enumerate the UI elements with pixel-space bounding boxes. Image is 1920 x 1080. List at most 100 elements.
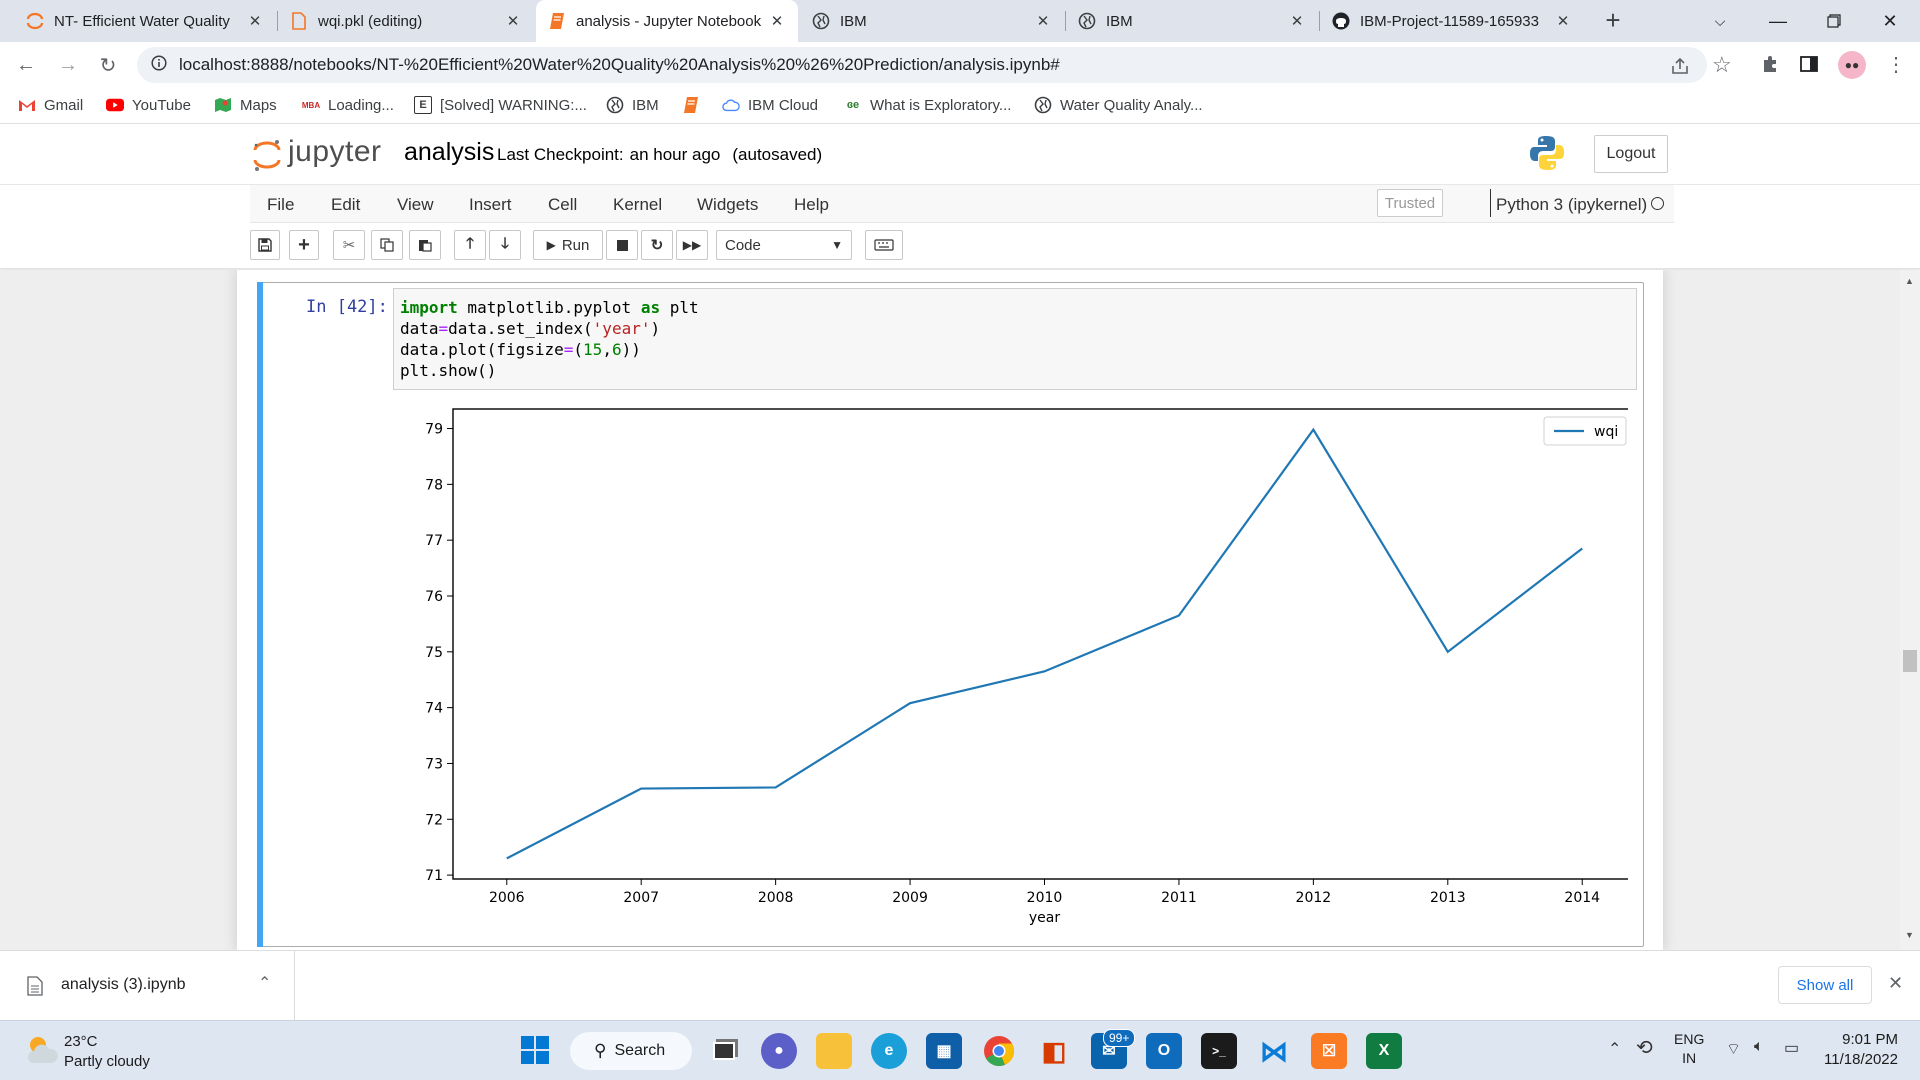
weather-description[interactable]: Partly cloudy [64, 1053, 150, 1070]
info-icon[interactable] [151, 54, 167, 76]
close-downloads-icon[interactable]: ✕ [1888, 973, 1903, 994]
close-icon[interactable]: ✕ [504, 12, 522, 30]
browser-tab-active[interactable]: analysis - Jupyter Notebook ✕ [536, 0, 798, 42]
show-hidden-icons-chevron-icon[interactable]: ⌃ [1608, 1039, 1621, 1059]
microsoft-store-icon[interactable]: ▦ [926, 1033, 962, 1069]
office-icon[interactable]: ◧ [1036, 1033, 1072, 1069]
more-menu-icon[interactable]: ⋮ [1886, 52, 1906, 77]
close-window-button[interactable]: ✕ [1862, 0, 1918, 42]
browser-tab[interactable]: IBM ✕ [1066, 0, 1318, 42]
xampp-icon[interactable]: ☒ [1311, 1033, 1347, 1069]
reload-button[interactable]: ↻ [92, 49, 124, 81]
insert-cell-button[interactable]: + [289, 230, 319, 260]
file-explorer-icon[interactable] [816, 1033, 852, 1069]
excel-icon[interactable]: X [1366, 1033, 1402, 1069]
scrollbar-thumb[interactable] [1903, 650, 1917, 672]
cut-button[interactable]: ✂ [333, 230, 365, 260]
browser-tab[interactable]: wqi.pkl (editing) ✕ [278, 0, 534, 42]
taskbar-search-box[interactable]: ⚲ Search [570, 1032, 692, 1070]
bookmark-exploratory[interactable]: ɞe What is Exploratory... [844, 96, 1012, 114]
url-omnibox[interactable]: localhost:8888/notebooks/NT-%20Efficient… [137, 47, 1707, 83]
code-cell[interactable]: In [42]: import matplotlib.pyplot as plt… [257, 282, 1644, 947]
side-panel-icon[interactable] [1800, 55, 1818, 78]
scroll-up-icon[interactable]: ▲ [1905, 276, 1914, 286]
new-tab-button[interactable]: + [1598, 6, 1628, 36]
menu-insert[interactable]: Insert [469, 195, 512, 215]
menu-widgets[interactable]: Widgets [697, 195, 758, 215]
browser-tab[interactable]: IBM ✕ [800, 0, 1064, 42]
language-indicator[interactable]: ENG IN [1674, 1031, 1704, 1066]
show-all-button[interactable]: Show all [1778, 966, 1872, 1004]
tab-search-chevron-icon[interactable]: ⌵ [1692, 0, 1748, 42]
share-icon[interactable] [1670, 56, 1690, 81]
code-editor[interactable]: import matplotlib.pyplot as plt data=data… [393, 288, 1637, 390]
close-icon[interactable]: ✕ [1554, 12, 1572, 30]
close-icon[interactable]: ✕ [1034, 12, 1052, 30]
interrupt-kernel-button[interactable] [606, 230, 638, 260]
notebook-scroll-area[interactable]: In [42]: import matplotlib.pyplot as plt… [0, 270, 1920, 950]
move-up-button[interactable]: 🡑 [454, 230, 486, 260]
windows-start-icon[interactable] [520, 1035, 550, 1070]
keyboard-icon [874, 239, 894, 251]
bookmark-youtube[interactable]: YouTube [106, 96, 191, 114]
kernel-name[interactable]: Python 3 (ipykernel) [1496, 195, 1647, 215]
restore-button[interactable] [1806, 0, 1862, 42]
profile-avatar[interactable]: ●● [1838, 51, 1866, 79]
back-button[interactable]: ← [10, 49, 42, 81]
save-button[interactable] [250, 230, 280, 260]
wifi-icon[interactable]: ⌔ [1726, 1039, 1741, 1059]
command-palette-button[interactable] [865, 230, 903, 260]
partly-cloudy-icon[interactable] [24, 1033, 60, 1072]
bookmark-solved-warning[interactable]: E [Solved] WARNING:... [414, 96, 587, 114]
menu-file[interactable]: File [267, 195, 294, 215]
menu-help[interactable]: Help [794, 195, 829, 215]
browser-tab[interactable]: IBM-Project-11589-165933 ✕ [1320, 0, 1584, 42]
cell-type-select[interactable]: Code ▼ [716, 230, 852, 260]
vertical-scrollbar[interactable]: ▲ ▼ [1900, 270, 1920, 950]
menu-cell[interactable]: Cell [548, 195, 577, 215]
bookmark-ibm-cloud[interactable]: IBM Cloud [722, 96, 818, 114]
bookmark-ibm[interactable]: IBM [606, 96, 659, 114]
close-icon[interactable]: ✕ [1288, 12, 1306, 30]
bookmark-gmail[interactable]: Gmail [18, 96, 83, 114]
bookmark-maps[interactable]: Maps [214, 96, 277, 114]
bookmark-water-quality[interactable]: Water Quality Analy... [1034, 96, 1203, 114]
chevron-up-icon[interactable]: ⌃ [258, 973, 271, 993]
extensions-icon[interactable] [1760, 54, 1780, 79]
edge-browser-icon[interactable]: e [871, 1033, 907, 1069]
onedrive-sync-icon[interactable]: ⟲ [1636, 1035, 1653, 1060]
minimize-button[interactable]: — [1750, 0, 1806, 42]
trusted-indicator[interactable]: Trusted [1377, 189, 1443, 217]
menu-kernel[interactable]: Kernel [613, 195, 662, 215]
vscode-icon[interactable]: ⋈ [1256, 1033, 1292, 1069]
chrome-icon[interactable] [981, 1033, 1017, 1069]
clock[interactable]: 9:01 PM 11/18/2022 [1820, 1031, 1898, 1068]
close-icon[interactable]: ✕ [768, 12, 786, 30]
weather-temperature[interactable]: 23°C [64, 1033, 98, 1050]
run-button[interactable]: ▶ Run [533, 230, 603, 260]
menu-edit[interactable]: Edit [331, 195, 360, 215]
scroll-down-icon[interactable]: ▼ [1905, 930, 1914, 940]
logout-button[interactable]: Logout [1594, 135, 1668, 173]
restart-run-all-button[interactable]: ▶▶ [676, 230, 708, 260]
teams-chat-icon[interactable]: ● [761, 1033, 797, 1069]
move-down-button[interactable]: 🡓 [489, 230, 521, 260]
restart-kernel-button[interactable]: ↻ [641, 230, 673, 260]
download-item[interactable]: analysis (3).ipynb ⌃ [0, 951, 295, 1021]
bookmark-notebook[interactable] [682, 96, 708, 114]
forward-button[interactable]: → [52, 49, 84, 81]
copy-button[interactable] [371, 230, 403, 260]
outlook-icon[interactable]: O [1146, 1033, 1182, 1069]
terminal-icon[interactable]: >_ [1201, 1033, 1237, 1069]
task-view-icon[interactable] [706, 1033, 742, 1069]
battery-icon[interactable]: ▭ [1784, 1038, 1799, 1058]
menu-view[interactable]: View [397, 195, 434, 215]
notebook-name[interactable]: analysis [404, 138, 494, 167]
bookmark-star-icon[interactable]: ☆ [1712, 52, 1732, 78]
browser-tab[interactable]: NT- Efficient Water Quality ✕ [14, 0, 276, 42]
volume-muted-icon[interactable]: 🔈︎ [1754, 1038, 1764, 1056]
paste-button[interactable] [409, 230, 441, 260]
jupyter-logo-icon[interactable] [252, 135, 282, 180]
bookmark-loading[interactable]: MBA Loading... [302, 96, 394, 114]
close-icon[interactable]: ✕ [246, 12, 264, 30]
